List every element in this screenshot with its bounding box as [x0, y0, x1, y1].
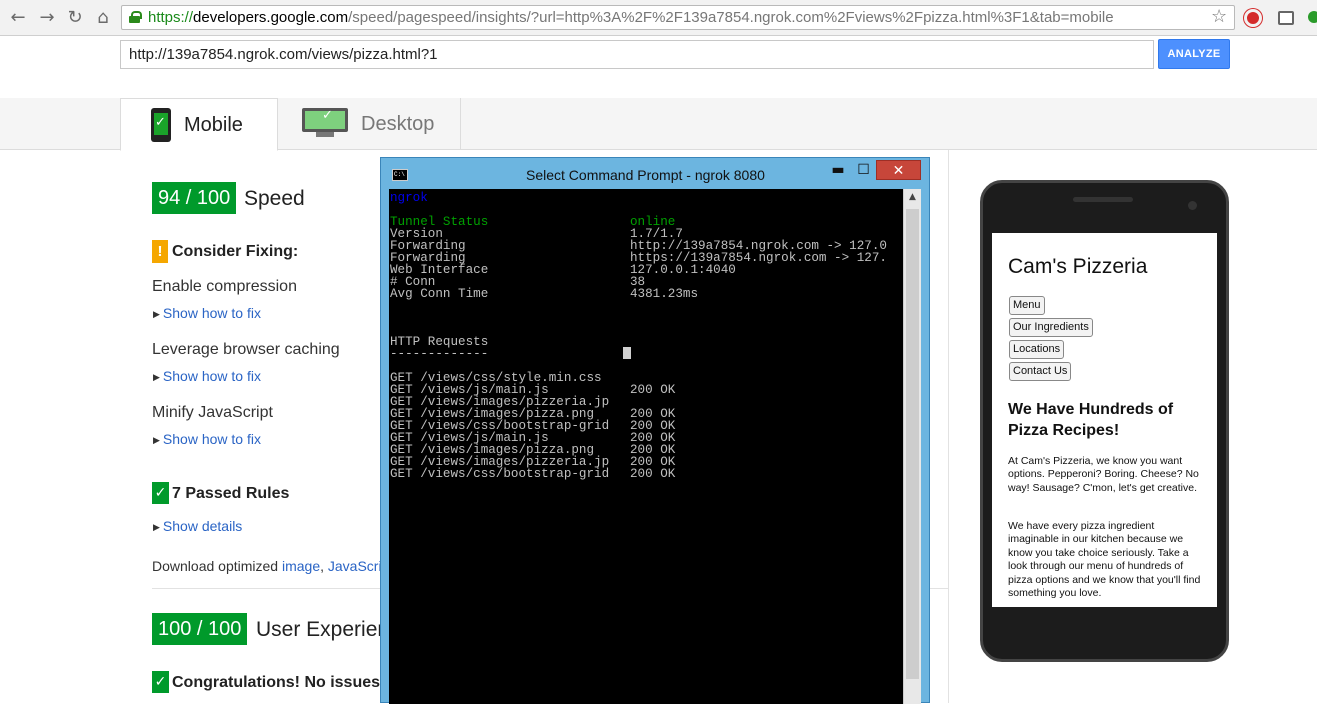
download-optimized-text: Download optimized image, JavaScri	[152, 558, 382, 574]
url-host: developers.google.com	[193, 9, 349, 26]
tab-mobile-label: Mobile	[184, 114, 243, 136]
lock-icon	[129, 11, 142, 23]
warning-icon: !	[152, 240, 168, 263]
check-icon: ✓	[152, 482, 169, 504]
text-cursor	[623, 347, 631, 359]
requests-rule: -------------	[390, 347, 489, 361]
expand-triangle-icon: ▶	[153, 372, 160, 382]
link-text: Show how to fix	[162, 305, 261, 321]
back-icon[interactable]: ←	[8, 8, 28, 28]
tab-mobile[interactable]: ✓ Mobile	[120, 98, 278, 151]
command-prompt-window[interactable]: C:\ Select Command Prompt - ngrok 8080 ▬…	[380, 157, 930, 704]
preview-locations-button: Locations	[1009, 340, 1065, 359]
camera-icon	[1188, 201, 1197, 210]
extension-icon[interactable]	[1308, 11, 1317, 23]
url-scheme: https://	[148, 9, 194, 26]
check-icon: ✓	[322, 108, 333, 123]
request-status: 200 OK	[630, 467, 676, 481]
scroll-up-icon[interactable]: ▲	[904, 192, 921, 206]
tab-desktop[interactable]: ✓ Desktop	[278, 98, 461, 150]
scrollbar-thumb[interactable]	[906, 209, 919, 679]
show-how-to-fix-link[interactable]: ▶ Show how to fix	[153, 431, 261, 447]
speaker-grille	[1073, 197, 1133, 202]
home-icon[interactable]: ⌂	[93, 8, 113, 28]
window-titlebar[interactable]: C:\ Select Command Prompt - ngrok 8080 ▬…	[381, 158, 929, 190]
ux-label: User Experien	[256, 618, 390, 641]
star-icon[interactable]: ☆	[1211, 6, 1227, 27]
maximize-icon[interactable]: ☐	[851, 160, 876, 180]
tab-desktop-label: Desktop	[361, 113, 435, 135]
rule-name: Leverage browser caching	[152, 341, 340, 358]
request-path: GET /views/css/bootstrap-grid	[390, 467, 610, 481]
preview-paragraph: We have every pizza ingredient imaginabl…	[1008, 520, 1201, 600]
window-title: Select Command Prompt - ngrok 8080	[526, 167, 765, 183]
close-icon[interactable]: ✕	[876, 160, 921, 180]
forward-icon[interactable]: →	[37, 8, 57, 28]
expand-triangle-icon: ▶	[153, 435, 160, 445]
url-input[interactable]: http://139a7854.ngrok.com/views/pizza.ht…	[120, 40, 1154, 69]
rule-name: Minify JavaScript	[152, 404, 273, 421]
speed-score-badge: 94 / 100	[152, 182, 237, 214]
download-image-link[interactable]: image	[282, 558, 320, 574]
expand-triangle-icon: ▶	[153, 309, 160, 319]
show-how-to-fix-link[interactable]: ▶ Show how to fix	[153, 368, 261, 384]
check-icon: ✓	[155, 115, 166, 130]
url-path: /speed/pagespeed/insights/?url=http%3A%2…	[348, 9, 1114, 26]
status-value: 127.0.0.1:4040	[630, 263, 736, 277]
preview-site-title: Cam's Pizzeria	[1008, 255, 1148, 278]
check-icon: ✓	[152, 671, 169, 693]
scrollbar[interactable]: ▲	[903, 189, 921, 704]
analyze-button[interactable]: ANALYZE	[1158, 39, 1230, 69]
ux-score-badge: 100 / 100	[152, 613, 248, 645]
preview-heading: We Have Hundreds of Pizza Recipes!	[1008, 401, 1174, 439]
adblock-extension-icon[interactable]	[1244, 9, 1262, 27]
console-output[interactable]: ngrok Tunnel Status online Version 1.7/1.7 F…	[389, 189, 903, 704]
cast-extension-icon[interactable]	[1278, 11, 1294, 25]
console-header: ngrok	[390, 191, 428, 205]
preview-contact-button: Contact Us	[1009, 362, 1072, 381]
expand-triangle-icon: ▶	[153, 522, 160, 532]
status-key: Avg Conn Time	[390, 287, 489, 301]
preview-menu-button: Menu	[1009, 296, 1045, 315]
cmd-icon: C:\	[392, 169, 408, 181]
link-text: Show how to fix	[162, 431, 261, 447]
rule-name: Enable compression	[152, 278, 297, 295]
browser-toolbar: ← → ↻ ⌂ https://developers.google.com/sp…	[0, 0, 1317, 36]
status-value: 4381.23ms	[630, 287, 699, 301]
request-status: 200 OK	[630, 383, 676, 397]
mobile-preview-screen: Cam's Pizzeria Menu Our Ingredients Loca…	[992, 233, 1217, 607]
download-javascript-link[interactable]: JavaScri	[328, 558, 382, 574]
minimize-icon[interactable]: ▬	[825, 160, 851, 180]
column-divider	[948, 150, 949, 703]
consider-fixing-title: Consider Fixing:	[172, 243, 299, 260]
congrats-title: Congratulations! No issues	[172, 674, 381, 691]
download-prefix: Download optimized	[152, 558, 279, 574]
passed-rules-title: 7 Passed Rules	[172, 485, 290, 502]
link-text: Show details	[162, 518, 243, 534]
show-how-to-fix-link[interactable]: ▶ Show how to fix	[153, 305, 261, 321]
speed-label: Speed	[244, 187, 305, 210]
show-details-link[interactable]: ▶ Show details	[153, 518, 242, 534]
link-text: Show how to fix	[162, 368, 261, 384]
address-bar[interactable]: https://developers.google.com/speed/page…	[121, 5, 1235, 30]
preview-paragraph: At Cam's Pizzeria, we know you want opti…	[1008, 455, 1199, 494]
preview-ingredients-button: Our Ingredients	[1009, 318, 1093, 337]
device-tabs: ✓ Mobile ✓ Desktop	[0, 98, 1317, 151]
reload-icon[interactable]: ↻	[65, 8, 85, 28]
